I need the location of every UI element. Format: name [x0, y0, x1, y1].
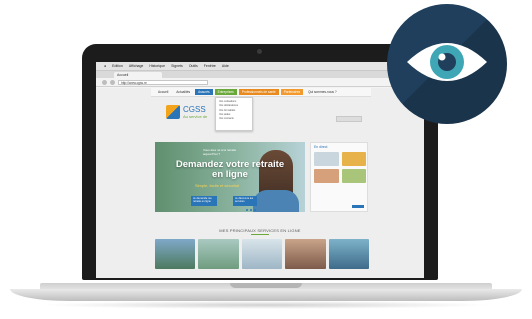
menu-item-signets[interactable]: Signets: [171, 64, 183, 68]
nav-home[interactable]: Accueil: [155, 89, 171, 95]
nav-insured[interactable]: Assurés: [195, 89, 213, 95]
hero-person-shirt: [253, 190, 299, 212]
site-logo[interactable]: CGSS Au service de: [166, 103, 226, 121]
hero-button-request[interactable]: Je demande ma retraite en ligne: [191, 196, 217, 206]
logo-name: CGSS: [183, 104, 206, 114]
services-divider: [251, 234, 269, 235]
laptop-screen: ● Edition Affichage Historique Signets O…: [96, 62, 424, 278]
menu-item-historique[interactable]: Historique: [149, 64, 165, 68]
menu-item-aide[interactable]: Aide: [222, 64, 229, 68]
menu-item-outils[interactable]: Outils: [189, 64, 198, 68]
carousel-dots[interactable]: [246, 209, 256, 211]
news-thumbnail[interactable]: [341, 152, 366, 166]
menu-item-edition[interactable]: Edition: [112, 64, 123, 68]
site-search-input[interactable]: [336, 116, 362, 122]
nav-companies[interactable]: Entreprises: [214, 89, 237, 95]
browser-tab[interactable]: Accueil: [114, 72, 162, 78]
apple-menu-icon[interactable]: ●: [104, 64, 106, 68]
back-icon[interactable]: [102, 79, 107, 85]
service-tile[interactable]: [285, 239, 326, 269]
service-tile[interactable]: [328, 239, 370, 269]
hero-cta-text: Simple, facile et sécurisé: [195, 183, 240, 188]
news-more-button[interactable]: [352, 205, 364, 208]
nav-partners[interactable]: Partenaires: [280, 89, 304, 95]
logo-mark-icon: [166, 105, 180, 119]
services-title: MES PRINCIPAUX SERVICES EN LIGNE: [219, 228, 301, 233]
menu-item-affichage[interactable]: Affichage: [129, 64, 144, 68]
hero-button-discover[interactable]: Je découvre les services: [233, 196, 257, 206]
forward-icon[interactable]: [110, 79, 115, 85]
web-page: Accueil Actualités Assurés Entreprises P…: [96, 88, 424, 278]
url-field[interactable]: http://www.cgss.re: [118, 79, 208, 85]
nav-news[interactable]: Actualités: [173, 89, 193, 95]
browser-menubar: ● Edition Affichage Historique Signets O…: [96, 62, 424, 71]
logo-tagline: Au service de: [183, 113, 208, 119]
browser-addressbar: http://www.cgss.re: [96, 78, 424, 87]
browser-tabbar: Accueil: [96, 71, 424, 78]
site-nav: Accueil Actualités Assurés Entreprises P…: [151, 88, 371, 97]
nav-about[interactable]: Qui sommes-nous ?: [305, 89, 340, 95]
service-tile[interactable]: [155, 239, 196, 269]
laptop-base: [10, 289, 522, 301]
hero-banner[interactable]: Vous êtes né à la retraite aujourd'hui ?…: [155, 142, 305, 212]
eye-icon: [407, 43, 487, 81]
laptop-notch: [230, 283, 302, 288]
news-grid: [314, 152, 366, 183]
laptop-bezel: ● Edition Affichage Historique Signets O…: [82, 44, 438, 280]
webcam: [257, 49, 262, 54]
news-thumbnail[interactable]: [341, 169, 366, 183]
hero-kicker: Vous êtes né à la retraite aujourd'hui ?: [203, 148, 237, 156]
news-title: En direct: [314, 145, 328, 149]
hero-title: Demandez votre retraite en ligne: [175, 159, 285, 180]
services-row: [155, 239, 370, 269]
nav-health-pros[interactable]: Professionnels de santé: [238, 89, 279, 95]
service-tile[interactable]: [241, 239, 283, 269]
news-thumbnail[interactable]: [314, 152, 339, 166]
news-panel: En direct: [310, 142, 368, 212]
laptop-shadow: [40, 301, 492, 309]
menu-item-fenetre[interactable]: Fenêtre: [204, 64, 216, 68]
service-tile[interactable]: [198, 239, 239, 269]
news-thumbnail[interactable]: [314, 169, 339, 183]
eye-badge: [387, 4, 507, 124]
